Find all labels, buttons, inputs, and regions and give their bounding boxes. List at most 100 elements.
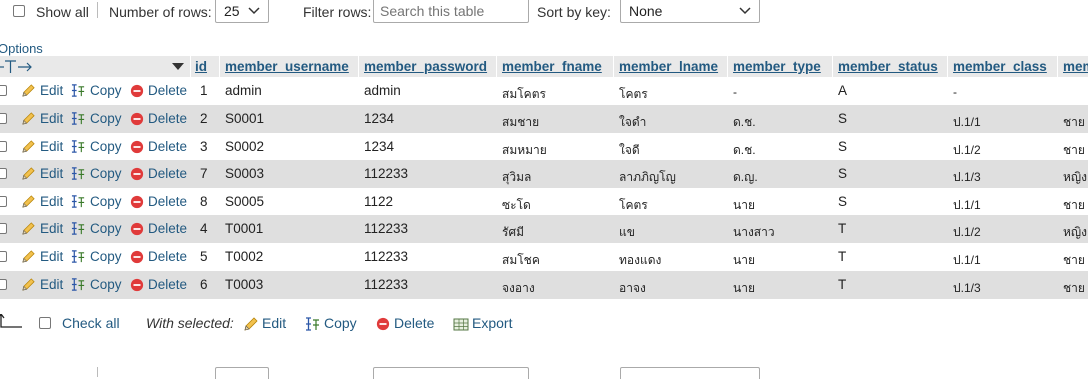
bottom-rows-select[interactable] xyxy=(215,367,269,379)
row-copy-button[interactable]: Copy xyxy=(90,139,122,154)
row-delete-button[interactable]: Delete xyxy=(148,277,187,292)
row-copy-button[interactable]: Copy xyxy=(90,221,122,236)
row-edit-button[interactable]: Edit xyxy=(40,194,63,209)
row-copy-button[interactable]: Copy xyxy=(90,111,122,126)
bulk-delete-button[interactable]: Delete xyxy=(394,315,434,331)
pencil-icon xyxy=(244,317,258,331)
cell-class: ป.1/3 xyxy=(953,281,981,295)
row-edit-button[interactable]: Edit xyxy=(40,139,63,154)
pencil-icon xyxy=(22,84,35,97)
cell-fname: สมโคตร xyxy=(502,87,546,101)
column-header-fname[interactable]: member_fname xyxy=(502,59,602,74)
export-icon xyxy=(453,318,469,331)
row-copy-button[interactable]: Copy xyxy=(90,166,122,181)
cell-fname: จงอาง xyxy=(502,281,535,295)
header-divider xyxy=(219,56,220,77)
row-delete-button[interactable]: Delete xyxy=(148,221,187,236)
table-row: Edit Copy Delete 7 S0003 112233 สุวิมล ลาภภิญโญ… xyxy=(0,160,1088,188)
copy-icon xyxy=(71,112,85,125)
row-checkbox[interactable] xyxy=(0,85,7,96)
sort-triangle-icon[interactable] xyxy=(172,63,184,71)
copy-icon xyxy=(71,250,85,263)
filter-input[interactable] xyxy=(373,0,529,23)
bottom-sort-select[interactable] xyxy=(620,367,760,379)
cell-fname: รัศมี xyxy=(502,225,524,239)
table-row: Edit Copy Delete 5 T0002 112233 สมโชค ทองแดง นาย… xyxy=(0,243,1088,271)
row-checkbox[interactable] xyxy=(0,141,7,152)
row-checkbox[interactable] xyxy=(0,279,7,290)
row-delete-button[interactable]: Delete xyxy=(148,111,187,126)
row-delete-button[interactable]: Delete xyxy=(148,139,187,154)
row-checkbox[interactable] xyxy=(0,168,7,179)
table-row: Edit Copy Delete 4 T0001 112233 รัศมี แข นางสาว T… xyxy=(0,215,1088,243)
header-divider xyxy=(496,56,497,77)
column-header-status[interactable]: member_status xyxy=(838,59,938,74)
row-checkbox[interactable] xyxy=(0,196,7,207)
row-copy-button[interactable]: Copy xyxy=(90,249,122,264)
cell-class: ป.1/2 xyxy=(953,143,981,157)
row-checkbox[interactable] xyxy=(0,113,7,124)
cell-lname: ใจดำ xyxy=(619,115,647,129)
row-edit-button[interactable]: Edit xyxy=(40,83,63,98)
cell-lname: อาจง xyxy=(619,281,646,295)
row-checkbox[interactable] xyxy=(0,223,7,234)
delete-icon xyxy=(130,84,144,98)
cell-fname: สมชาย xyxy=(502,115,540,129)
column-header-type[interactable]: member_type xyxy=(733,59,821,74)
check-all-checkbox[interactable] xyxy=(39,317,51,329)
row-copy-button[interactable]: Copy xyxy=(90,83,122,98)
row-delete-button[interactable]: Delete xyxy=(148,249,187,264)
cell-password: 1234 xyxy=(364,139,395,154)
row-edit-button[interactable]: Edit xyxy=(40,277,63,292)
cell-status: T xyxy=(838,277,847,292)
with-selected-label: With selected: xyxy=(146,315,234,331)
cell-password: 112233 xyxy=(364,277,409,292)
row-delete-button[interactable]: Delete xyxy=(148,83,187,98)
cell-lname: โคตร xyxy=(619,87,648,101)
bulk-export-button[interactable]: Export xyxy=(472,315,512,331)
cell-lname: โคตร xyxy=(619,198,648,212)
bulk-edit-button[interactable]: Edit xyxy=(262,315,286,331)
column-header-extra[interactable]: mem xyxy=(1063,59,1088,74)
cell-status: S xyxy=(838,194,848,209)
cell-class: - xyxy=(953,85,957,99)
row-edit-button[interactable]: Edit xyxy=(40,111,63,126)
sort-label: Sort by key: xyxy=(537,4,611,20)
row-delete-button[interactable]: Delete xyxy=(148,166,187,181)
cell-extra: ชาย xyxy=(1063,281,1085,295)
row-copy-button[interactable]: Copy xyxy=(90,277,122,292)
sort-select[interactable]: None xyxy=(620,0,760,23)
cell-password: 1234 xyxy=(364,111,395,126)
row-edit-button[interactable]: Edit xyxy=(40,221,63,236)
cell-extra: ชาย xyxy=(1063,115,1085,129)
cell-type: นาย xyxy=(733,281,755,295)
bottom-filter-input[interactable] xyxy=(373,367,529,379)
column-header-lname[interactable]: member_lname xyxy=(619,59,718,74)
rows-select[interactable]: 25 xyxy=(215,0,269,23)
rows-label: Number of rows: xyxy=(109,4,212,20)
cell-id: 1 xyxy=(200,83,208,98)
header-divider xyxy=(358,56,359,77)
cell-status: T xyxy=(838,221,847,236)
check-all-label[interactable]: Check all xyxy=(62,315,120,331)
cell-fname: สมหมาย xyxy=(502,143,547,157)
column-header-id[interactable]: id xyxy=(195,59,207,74)
row-edit-button[interactable]: Edit xyxy=(40,249,63,264)
cell-status: S xyxy=(838,166,848,181)
column-header-password[interactable]: member_password xyxy=(364,59,487,74)
row-checkbox[interactable] xyxy=(0,251,7,262)
cell-type: นางสาว xyxy=(733,225,775,239)
column-arrows-icon[interactable] xyxy=(0,59,38,75)
row-edit-button[interactable]: Edit xyxy=(40,166,63,181)
cell-class: ป.1/2 xyxy=(953,225,981,239)
row-delete-button[interactable]: Delete xyxy=(148,194,187,209)
show-all-checkbox[interactable] xyxy=(13,5,25,17)
bulk-copy-button[interactable]: Copy xyxy=(324,315,357,331)
options-link[interactable]: Options xyxy=(0,41,43,56)
row-copy-button[interactable]: Copy xyxy=(90,194,122,209)
divider xyxy=(97,2,98,18)
cell-id: 3 xyxy=(200,139,208,154)
column-header-username[interactable]: member_username xyxy=(225,59,349,74)
column-header-class[interactable]: member_class xyxy=(953,59,1047,74)
cell-status: S xyxy=(838,111,848,126)
